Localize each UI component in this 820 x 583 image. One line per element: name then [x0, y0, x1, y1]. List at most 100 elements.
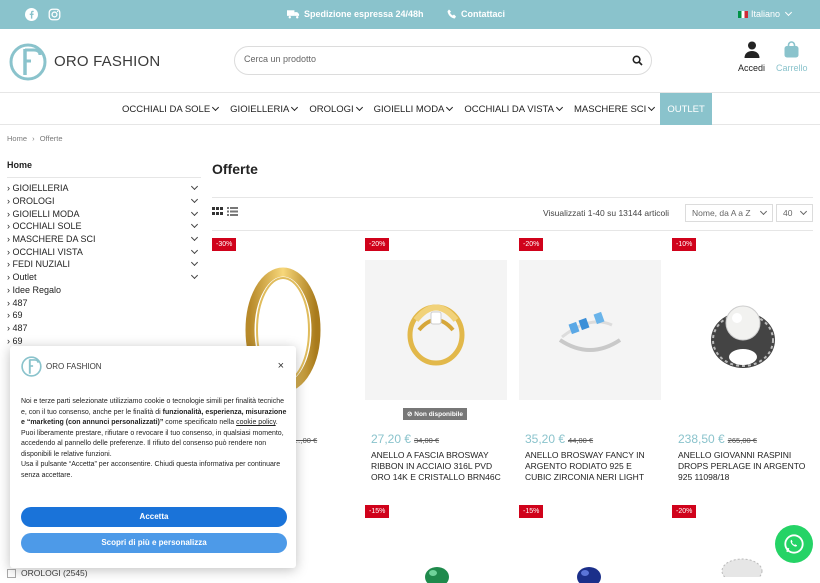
- cart-button[interactable]: Carrello: [776, 41, 808, 73]
- sidebar-item-label: GIOIELLERIA: [7, 183, 69, 193]
- sidebar-item-label: Idee Regalo: [7, 285, 62, 295]
- search-icon[interactable]: [632, 55, 643, 66]
- sidebar-item-487[interactable]: 487: [7, 296, 201, 309]
- cookie-text-2: Puoi liberamente prestare, rifiutare o r…: [21, 429, 284, 458]
- old-price: 265,00 €: [727, 436, 757, 445]
- sidebar-item-69[interactable]: 69: [7, 309, 201, 322]
- logo-text: ORO FASHION: [54, 52, 161, 70]
- product-image[interactable]: [365, 260, 507, 400]
- sidebar-item-gioielli-moda[interactable]: GIOIELLI MODA: [7, 207, 201, 220]
- nav-item-gioielli-moda[interactable]: GIOIELLI MODA: [368, 93, 459, 125]
- chevron-down-icon[interactable]: [190, 195, 199, 204]
- cookie-logo-text: ORO FASHION: [46, 361, 102, 371]
- sidebar-item-fedi-nuziali[interactable]: FEDI NUZIALI: [7, 258, 201, 271]
- sidebar-home[interactable]: Home: [7, 160, 201, 178]
- old-price: …,00 €: [293, 436, 318, 445]
- chevron-down-icon[interactable]: [190, 234, 199, 242]
- product-name[interactable]: ANELLO A FASCIA BROSWAY RIBBON IN ACCIAI…: [371, 450, 505, 484]
- chevron-down-icon[interactable]: [190, 183, 199, 191]
- shipping-text: Spedizione espressa 24/48h: [304, 9, 424, 19]
- cookie-text-1-end: come specificato nella: [163, 419, 237, 426]
- sidebar-item-487[interactable]: 487: [7, 322, 201, 335]
- language-select[interactable]: Italiano: [738, 8, 793, 19]
- divider: [212, 197, 813, 198]
- cookie-logo: ORO FASHION: [21, 355, 102, 377]
- product-price: 27,20 €34,00 €: [371, 432, 439, 446]
- unavailable-label: Non disponibile: [414, 411, 464, 418]
- sidebar-item-idee-regalo[interactable]: Idee Regalo: [7, 284, 201, 297]
- chevron-down-icon: [291, 103, 299, 112]
- user-icon: [744, 41, 759, 58]
- chevron-down-icon: [555, 103, 564, 112]
- main-nav: OCCHIALI DA SOLE GIOIELLERIA OROLOGI GIO…: [0, 93, 820, 125]
- nav-item-maschere-sci[interactable]: MASCHERE SCI: [568, 93, 660, 125]
- cart-label: Carrello: [776, 63, 808, 73]
- italy-flag-icon: [738, 10, 748, 18]
- sidebar-item-occhiali-vista[interactable]: OCCHIALI VISTA: [7, 245, 201, 258]
- sidebar-item-orologi[interactable]: OROLOGI: [7, 195, 201, 208]
- whatsapp-button[interactable]: [775, 525, 813, 563]
- nav-item-outlet[interactable]: OUTLET: [660, 93, 712, 125]
- nav-label: OUTLET: [667, 103, 705, 115]
- filter-checkbox[interactable]: [7, 568, 16, 578]
- nav-item-occhiali-da-sole[interactable]: OCCHIALI DA SOLE: [116, 93, 224, 125]
- view-toggle: [212, 207, 238, 216]
- cookie-banner: ORO FASHION × Noi e terze parti selezion…: [10, 346, 296, 568]
- whatsapp-icon: [784, 534, 804, 554]
- diamond-ring-image: [721, 558, 763, 577]
- cookie-policy-link[interactable]: cookie policy: [236, 419, 276, 426]
- customize-button[interactable]: Scopri di più e personalizza: [21, 533, 287, 553]
- discount-badge: -20%: [672, 505, 697, 518]
- product-name[interactable]: ANELLO BROSWAY FANCY IN ARGENTO RODIATO …: [525, 450, 659, 484]
- search-bar[interactable]: [234, 46, 652, 75]
- search-input[interactable]: [244, 54, 614, 64]
- close-icon[interactable]: ×: [278, 360, 284, 372]
- sidebar-item-label: OCCHIALI SOLE: [7, 221, 82, 231]
- top-bar: Spedizione espressa 24/48h Contattaci It…: [0, 0, 820, 29]
- sidebar-item-gioielleria[interactable]: GIOIELLERIA: [7, 182, 201, 195]
- discount-badge: -10%: [672, 238, 697, 251]
- grid-view-icon[interactable]: [212, 207, 223, 216]
- sidebar-item-label: OROLOGI: [7, 196, 55, 206]
- facebook-icon[interactable]: [25, 8, 38, 21]
- page-title: Offerte: [212, 161, 258, 177]
- nav-label: GIOIELLERIA: [230, 103, 290, 115]
- nav-label: OROLOGI: [309, 103, 354, 115]
- sidebar-item-maschere-da-sci[interactable]: MASCHERE DA SCI: [7, 233, 201, 246]
- account-label: Accedi: [738, 63, 766, 73]
- sidebar-item-label: OCCHIALI VISTA: [7, 247, 83, 257]
- contact-link[interactable]: Contattaci: [447, 9, 505, 19]
- chevron-down-icon: [212, 103, 220, 112]
- nav-item-occhiali-da-vista[interactable]: OCCHIALI DA VISTA: [458, 93, 568, 125]
- list-view-icon[interactable]: [227, 207, 238, 216]
- nav-item-gioielleria[interactable]: GIOIELLERIA: [224, 93, 303, 125]
- sidebar-item-label: MASCHERE DA SCI: [7, 234, 96, 244]
- chevron-down-icon[interactable]: [190, 208, 199, 216]
- nav-item-orologi[interactable]: OROLOGI: [303, 93, 367, 125]
- chevron-down-icon: [799, 207, 808, 216]
- nav-label: OCCHIALI DA SOLE: [122, 103, 211, 115]
- chevron-down-icon[interactable]: [190, 246, 199, 254]
- chevron-down-icon[interactable]: [190, 272, 199, 280]
- unavailable-badge: ⊘ Non disponibile: [403, 408, 468, 420]
- per-page-value: 40: [783, 208, 793, 218]
- account-button[interactable]: Accedi: [738, 41, 765, 73]
- product-name[interactable]: ANELLO GIOVANNI RASPINI DROPS PERLAGE IN…: [678, 450, 812, 484]
- sidebar-item-label: Outlet: [7, 272, 37, 282]
- breadcrumb-current: Offerte: [39, 134, 63, 143]
- sidebar-item-outlet[interactable]: Outlet: [7, 271, 201, 284]
- chevron-down-icon[interactable]: [190, 221, 199, 229]
- sort-select[interactable]: Nome, da A a Z: [685, 204, 773, 222]
- sidebar-item-label: 69: [7, 310, 23, 320]
- price-value: 27,20 €: [371, 432, 412, 446]
- sidebar-item-occhiali-sole[interactable]: OCCHIALI SOLE: [7, 220, 201, 233]
- accept-button[interactable]: Accetta: [21, 507, 287, 527]
- product-image[interactable]: [672, 260, 814, 400]
- instagram-icon[interactable]: [48, 8, 61, 21]
- site-header: ORO FASHION Accedi Carrello: [0, 29, 820, 93]
- breadcrumb-home[interactable]: Home: [7, 134, 27, 143]
- chevron-down-icon[interactable]: [190, 259, 199, 267]
- per-page-select[interactable]: 40: [776, 204, 813, 222]
- product-image[interactable]: [519, 260, 661, 400]
- site-logo[interactable]: ORO FASHION: [9, 41, 160, 81]
